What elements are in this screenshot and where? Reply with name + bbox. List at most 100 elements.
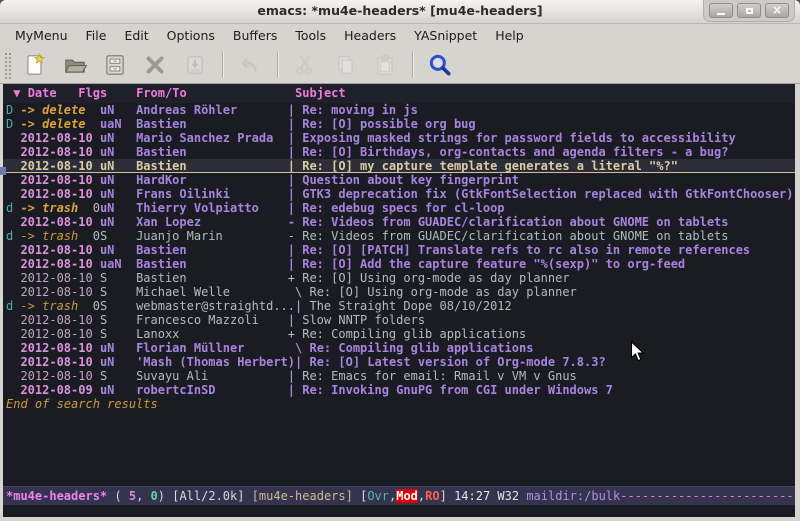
message-row[interactable]: 2012-08-10 uN Florian Müllner \ Re: Comp…	[3, 341, 795, 355]
message-row[interactable]: 2012-08-10 uN 'Mash (Thomas Herbert)| Re…	[3, 355, 795, 369]
date-cell: -> trash	[20, 201, 78, 215]
message-row[interactable]: 2012-08-10 S Lanoxx + Re: Compiling glib…	[3, 327, 795, 341]
flags-cell: uN	[100, 187, 136, 201]
flags-cell: uN	[100, 215, 136, 229]
from-cell: Bastien	[136, 159, 288, 173]
modeline-segment-dashes: ----------------------------------------…	[620, 489, 795, 503]
message-row[interactable]: 2012-08-10 uN Bastien | Re: [O] my captu…	[3, 159, 795, 173]
flags-cell: S	[100, 271, 136, 285]
date-cell: -> delete	[20, 103, 99, 117]
thread-indicator: |	[288, 103, 302, 117]
message-row[interactable]: 2012-08-10 uaN Bastien | Re: [O] Add the…	[3, 257, 795, 271]
flags-cell: S	[100, 313, 136, 327]
mark-indicator	[6, 313, 20, 327]
message-row[interactable]: 2012-08-10 uN Mario Sanchez Prada | Expo…	[3, 131, 795, 145]
flags-cell: uN	[100, 159, 136, 173]
mu4e-headers-buffer[interactable]: ▼ Date Flgs From/To Subject D -> delete …	[3, 84, 795, 517]
message-row[interactable]: 2012-08-10 S Bastien + Re: [O] Using org…	[3, 271, 795, 285]
mode-line: *mu4e-headers* ( 5, 0) [All/2.0k] [mu4e-…	[3, 486, 795, 505]
buffer-empty-space	[3, 411, 795, 486]
from-cell: 'Mash (Thomas Herbert)	[136, 355, 295, 369]
flags-cell: S	[100, 327, 136, 341]
message-row[interactable]: D -> delete uaN Bastien | Re: [O] possib…	[3, 117, 795, 131]
close-button[interactable]	[137, 49, 173, 81]
menu-headers[interactable]: Headers	[335, 26, 405, 45]
thread-indicator: |	[295, 299, 309, 313]
flags-cell: S	[100, 229, 136, 243]
toolbar-drag-handle[interactable]	[3, 51, 12, 79]
date-cell: 2012-08-10	[20, 355, 99, 369]
message-row[interactable]: D -> delete uN Andreas Röhler | Re: movi…	[3, 103, 795, 117]
header-col-flgs[interactable]: Flgs	[78, 86, 107, 100]
menu-buffers[interactable]: Buffers	[224, 26, 286, 45]
thread-indicator: |	[288, 383, 302, 397]
from-cell: HardKor	[136, 173, 288, 187]
flags-cell: uN	[100, 145, 136, 159]
from-cell: Francesco Mazzoli	[136, 313, 288, 327]
date-cell: 2012-08-10	[20, 173, 99, 187]
minimize-button[interactable]	[709, 3, 733, 18]
message-row[interactable]: 2012-08-10 S Francesco Mazzoli | Slow NN…	[3, 313, 795, 327]
mark-indicator	[6, 173, 20, 187]
date-cell: 2012-08-10	[20, 271, 99, 285]
thread-indicator: |	[288, 173, 302, 187]
search-button[interactable]	[422, 49, 458, 81]
new-file-button[interactable]	[17, 49, 53, 81]
header-col-subject[interactable]: Subject	[295, 86, 346, 100]
header-col-date[interactable]: Date	[28, 86, 57, 100]
copy-icon	[332, 52, 358, 78]
header-col-fromto[interactable]: From/To	[136, 86, 187, 100]
modeline-segment-mod: Mod	[396, 489, 418, 503]
thread-indicator: |	[288, 131, 302, 145]
date-cell: 2012-08-10	[20, 327, 99, 341]
save-button[interactable]	[97, 49, 133, 81]
open-folder-button[interactable]	[57, 49, 93, 81]
thread-indicator: |	[295, 355, 309, 369]
message-row[interactable]: d -> trash 0S webmaster@straightd...| Th…	[3, 299, 795, 313]
message-row[interactable]: 2012-08-10 S Michael Welle \ Re: [O] Usi…	[3, 285, 795, 299]
menu-options[interactable]: Options	[158, 26, 224, 45]
message-row[interactable]: 2012-08-10 uN Frans Oilinki | GTK3 depre…	[3, 187, 795, 201]
message-row[interactable]: 2012-08-10 uN HardKor | Question about k…	[3, 173, 795, 187]
modeline-segment-num2: 0	[151, 489, 158, 503]
subject-cell: Slow NNTP folders	[302, 313, 425, 327]
date-cell: 2012-08-10	[20, 145, 99, 159]
message-row[interactable]: 2012-08-10 S Suvayu Ali | Re: Emacs for …	[3, 369, 795, 383]
mark-indicator	[6, 257, 20, 271]
message-row[interactable]: 2012-08-10 uN Bastien | Re: [O] [PATCH] …	[3, 243, 795, 257]
subject-cell: Re: moving in js	[302, 103, 418, 117]
thread-indicator: |	[288, 145, 302, 159]
flags-cell: S	[100, 299, 136, 313]
message-row[interactable]: d -> trash 0S Juanjo Marin - Re: Videos …	[3, 229, 795, 243]
maximize-icon	[746, 8, 753, 14]
menu-help[interactable]: Help	[486, 26, 533, 45]
message-row[interactable]: 2012-08-10 uN Xan Lopez - Re: Videos fro…	[3, 215, 795, 229]
subject-cell: Re: Compiling glib applications	[302, 327, 526, 341]
close-button[interactable]: ×	[765, 3, 789, 18]
save-icon	[102, 52, 128, 78]
menu-edit[interactable]: Edit	[115, 26, 157, 45]
date-cell: 2012-08-10	[20, 131, 99, 145]
window-title: emacs: *mu4e-headers* [mu4e-headers]	[0, 3, 800, 18]
mark-indicator	[6, 187, 20, 201]
date-cell: 2012-08-10	[20, 341, 99, 355]
flags-cell: uN	[100, 341, 136, 355]
menu-file[interactable]: File	[77, 26, 116, 45]
from-cell: Bastien	[136, 271, 288, 285]
message-row[interactable]: 2012-08-10 uN Bastien | Re: [O] Birthday…	[3, 145, 795, 159]
flags-cell: uN	[100, 355, 136, 369]
flags-cell: uN	[100, 131, 136, 145]
date-cell: -> trash	[20, 229, 78, 243]
thread-indicator: |	[288, 201, 302, 215]
mark-indicator	[6, 341, 20, 355]
menu-tools[interactable]: Tools	[286, 26, 335, 45]
subject-cell: Re: [O] [PATCH] Translate refs to rc als…	[302, 243, 750, 257]
maximize-button[interactable]	[737, 3, 761, 18]
menu-yasnippet[interactable]: YASnippet	[405, 26, 486, 45]
date-cell: -> delete	[20, 117, 99, 131]
mark-indicator	[6, 131, 20, 145]
message-row[interactable]: 2012-08-09 uN robertcInSD | Re: Invoking…	[3, 383, 795, 397]
message-row[interactable]: d -> trash 0uN Thierry Volpiatto | Re: e…	[3, 201, 795, 215]
menu-mymenu[interactable]: MyMenu	[6, 26, 77, 45]
title-bar[interactable]: emacs: *mu4e-headers* [mu4e-headers] ×	[0, 0, 800, 24]
